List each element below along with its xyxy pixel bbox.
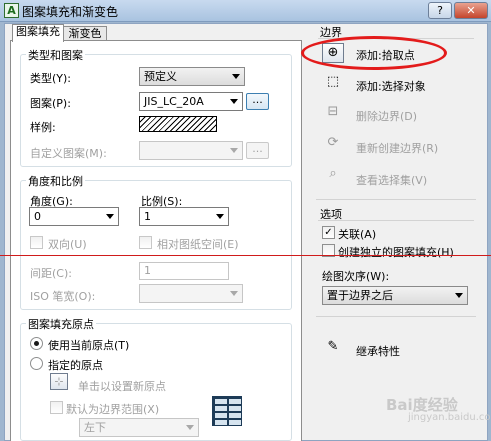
pattern-dropdown[interactable]: JIS_LC_20A (139, 92, 243, 111)
view-selections-button[interactable]: 查看选择集(V) (356, 172, 427, 188)
hatch-origin-group-label: 图案填充原点 (26, 316, 96, 332)
use-current-origin-label: 使用当前原点(T) (48, 339, 130, 352)
options-separator (318, 220, 474, 221)
associative-label: 关联(A) (338, 228, 377, 241)
double-label: 双向(U) (48, 238, 87, 251)
help-button[interactable]: ? (428, 2, 452, 19)
close-button[interactable]: ✕ (454, 2, 488, 19)
pattern-label: 图案(P): (30, 97, 71, 110)
iso-pen-width-label: ISO 笔宽(O): (30, 290, 96, 303)
origin-position-value: 左下 (84, 421, 106, 434)
pattern-dropdown-value: JIS_LC_20A (144, 95, 204, 108)
custom-pattern-dropdown[interactable] (139, 141, 243, 160)
inherit-brush-icon[interactable]: ✎ (322, 338, 344, 358)
baidu-watermark-url: jingyan.baidu.com (408, 412, 491, 423)
remove-boundaries-button[interactable]: 删除边界(D) (356, 108, 417, 124)
relative-paperspace-label: 相对图纸空间(E) (157, 238, 239, 251)
inherit-properties-button[interactable]: 继承特性 (356, 343, 400, 359)
swatch-label: 样例: (30, 121, 56, 134)
set-origin-icon[interactable]: ⊹ (50, 373, 68, 390)
chevron-down-icon (230, 99, 238, 104)
chevron-down-icon (186, 425, 194, 430)
iso-pen-width-dropdown[interactable] (139, 284, 243, 303)
options-top-separator (316, 199, 476, 200)
red-annotation-oval (301, 36, 447, 70)
custom-pattern-browse-button[interactable]: ... (246, 142, 269, 159)
chevron-down-icon (230, 291, 238, 296)
origin-position-dropdown[interactable]: 左下 (79, 418, 199, 437)
red-annotation-line (0, 255, 491, 256)
angle-scale-group-label: 角度和比例 (26, 173, 85, 189)
specified-origin-radio[interactable] (30, 357, 43, 370)
recreate-boundary-button[interactable]: 重新创建边界(R) (356, 140, 438, 156)
draw-order-label: 绘图次序(W): (322, 270, 390, 283)
scale-dropdown-value: 1 (144, 210, 151, 223)
relative-paperspace-checkbox[interactable] (139, 236, 152, 249)
scale-dropdown[interactable]: 1 (139, 207, 229, 226)
chevron-down-icon (106, 214, 114, 219)
associative-checkbox[interactable]: ✓ (322, 226, 335, 239)
view-selections-icon[interactable]: ⌕ (322, 165, 344, 185)
select-objects-icon[interactable]: ⬚ (322, 73, 344, 93)
inherit-separator (316, 316, 476, 317)
autocad-app-icon: A (4, 3, 19, 18)
recreate-boundary-icon[interactable]: ⟳ (322, 134, 344, 154)
click-set-origin-label: 单击以设置新原点 (78, 380, 166, 393)
draw-order-dropdown[interactable]: 置于边界之后 (322, 286, 468, 305)
add-select-objects-button[interactable]: 添加:选择对象 (356, 78, 426, 94)
brick-pattern-preview-icon (212, 396, 242, 426)
angle-dropdown-value: 0 (34, 210, 41, 223)
type-dropdown-value: 预定义 (144, 70, 177, 83)
default-extents-label: 默认为边界范围(X) (66, 403, 160, 416)
angle-dropdown[interactable]: 0 (29, 207, 119, 226)
pattern-swatch[interactable] (139, 116, 217, 132)
remove-boundaries-icon[interactable]: ⊟ (322, 103, 344, 123)
pattern-browse-button[interactable]: ... (246, 93, 269, 110)
spacing-label: 间距(C): (30, 267, 72, 280)
double-checkbox[interactable] (30, 236, 43, 249)
type-pattern-group-label: 类型和图案 (26, 47, 85, 63)
window-title: 图案填充和渐变色 (22, 5, 119, 19)
use-current-origin-radio[interactable] (30, 337, 43, 350)
chevron-down-icon (232, 74, 240, 79)
type-dropdown[interactable]: 预定义 (139, 67, 245, 86)
draw-order-value: 置于边界之后 (327, 289, 393, 302)
chevron-down-icon (230, 148, 238, 153)
specified-origin-label: 指定的原点 (48, 359, 103, 372)
custom-pattern-label: 自定义图案(M): (30, 147, 107, 160)
chevron-down-icon (216, 214, 224, 219)
type-label: 类型(Y): (30, 72, 72, 85)
chevron-down-icon (455, 293, 463, 298)
default-extents-checkbox[interactable] (50, 401, 63, 414)
independent-hatch-label: 创建独立的图案填充(H) (338, 246, 454, 259)
tab-hatch[interactable]: 图案填充 (12, 24, 64, 42)
spacing-input[interactable]: 1 (139, 262, 229, 280)
